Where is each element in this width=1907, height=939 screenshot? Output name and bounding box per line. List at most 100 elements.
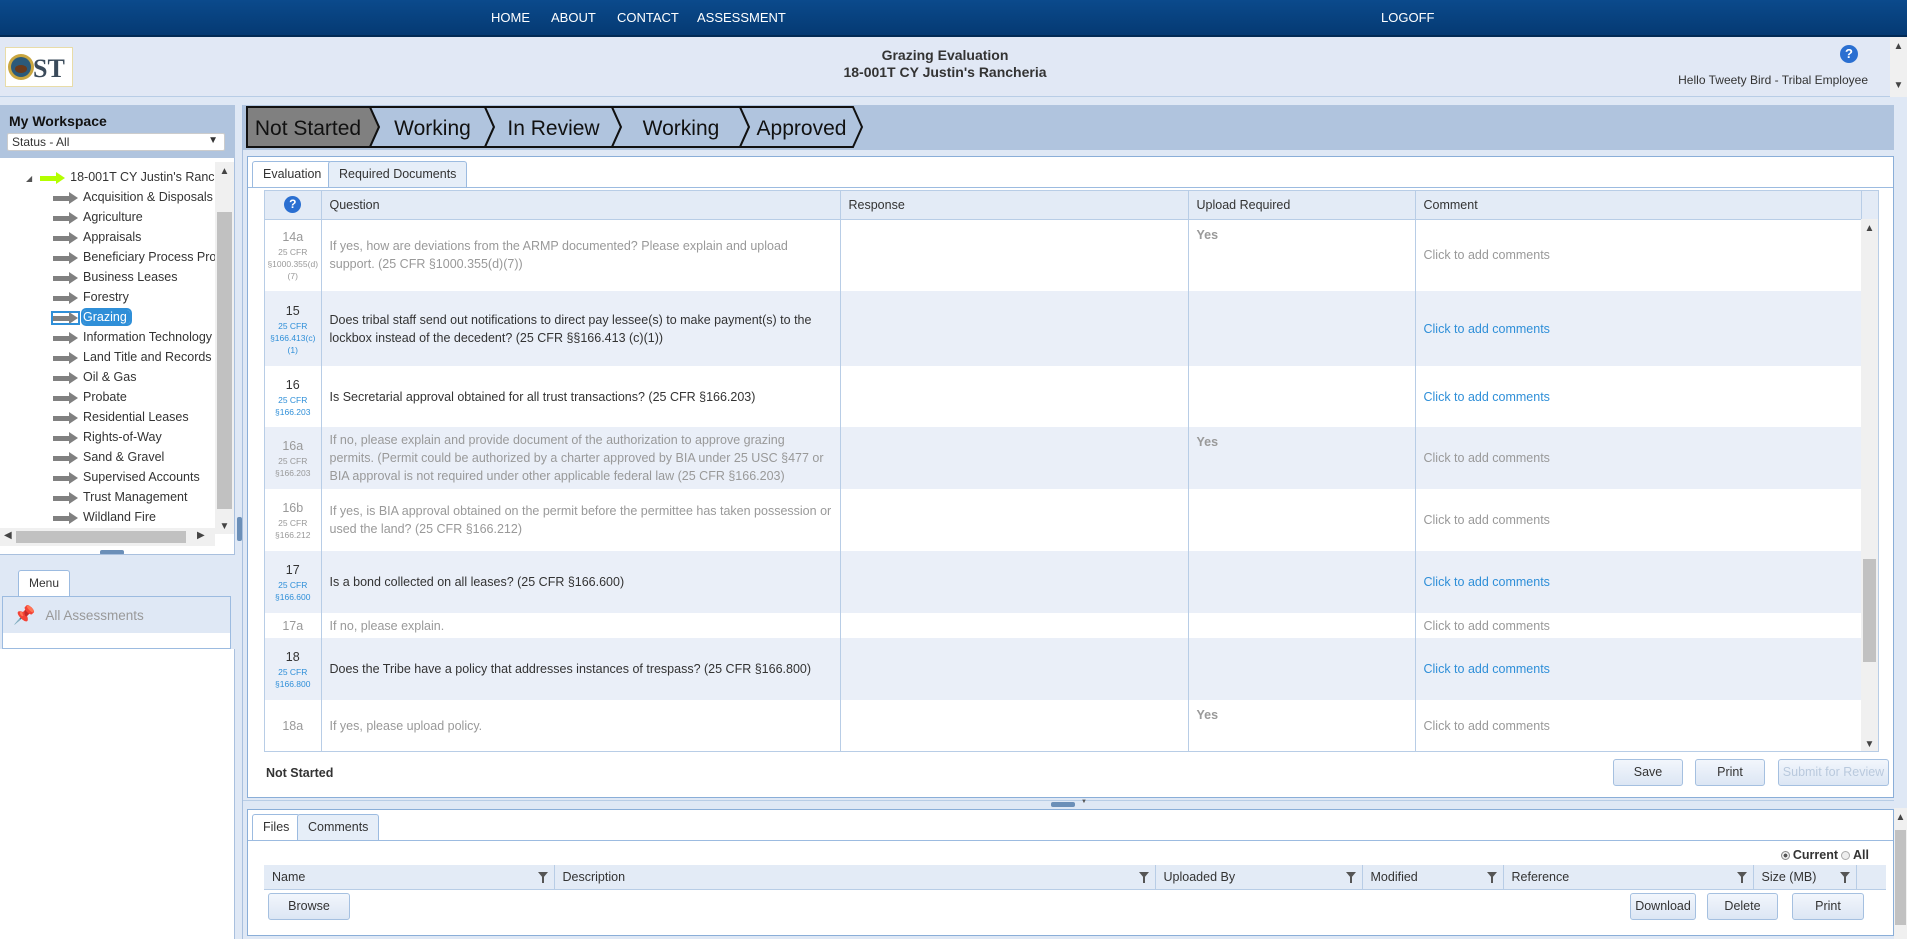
response-cell[interactable] (839, 219, 1188, 291)
add-comment-link[interactable]: Click to add comments (1424, 575, 1550, 589)
add-comment-link[interactable]: Click to add comments (1424, 451, 1550, 465)
column-size[interactable]: Size (MB) (1752, 865, 1856, 890)
delete-button[interactable]: Delete (1707, 893, 1778, 920)
page-scrollbar[interactable]: ▲ ▼ (1890, 37, 1907, 97)
column-uploaded-by[interactable]: Uploaded By (1154, 865, 1362, 890)
tree-item[interactable]: Trust Management (53, 488, 187, 506)
add-comment-link[interactable]: Click to add comments (1424, 662, 1550, 676)
filter-icon[interactable] (1138, 872, 1149, 883)
grid-vertical-scrollbar[interactable]: ▲ ▼ (1861, 219, 1878, 751)
response-cell[interactable] (839, 291, 1188, 366)
tree-vertical-scrollbar[interactable]: ▲ ▼ (215, 162, 234, 534)
column-name[interactable]: Name (264, 865, 554, 890)
comment-cell[interactable]: Click to add comments (1414, 427, 1863, 489)
tree-item[interactable]: Sand & Gravel (53, 448, 164, 466)
response-cell[interactable] (839, 489, 1188, 551)
add-comment-link[interactable]: Click to add comments (1424, 619, 1550, 633)
tree-item[interactable]: Grazing (51, 308, 132, 326)
tree-item[interactable]: Appraisals (53, 228, 141, 246)
filter-icon[interactable] (1839, 872, 1850, 883)
files-scrollbar[interactable]: ▲ (1894, 808, 1907, 939)
files-print-button[interactable]: Print (1792, 893, 1864, 920)
status-filter-select[interactable]: Status - All ▼ (7, 133, 225, 151)
add-comment-link[interactable]: Click to add comments (1424, 513, 1550, 527)
tree-item[interactable]: Supervised Accounts (53, 468, 200, 486)
tree-item[interactable]: Residential Leases (53, 408, 189, 426)
cfr-citation[interactable]: 25 CFR §166.800 (267, 666, 319, 690)
tree-item[interactable]: Business Leases (53, 268, 178, 286)
question-text: Is Secretarial approval obtained for all… (320, 366, 840, 427)
horizontal-splitter[interactable]: ▼ (243, 799, 1894, 808)
add-comment-link[interactable]: Click to add comments (1424, 322, 1550, 336)
browse-button[interactable]: Browse (268, 893, 350, 920)
comment-cell[interactable]: Click to add comments (1414, 366, 1863, 427)
submit-for-review-button[interactable]: Submit for Review (1778, 759, 1889, 786)
response-cell[interactable] (839, 551, 1188, 613)
nav-home[interactable]: HOME (491, 10, 530, 25)
tab-files[interactable]: Files (252, 814, 301, 841)
add-comment-link[interactable]: Click to add comments (1424, 248, 1550, 262)
filter-icon[interactable] (1345, 872, 1356, 883)
print-button[interactable]: Print (1695, 759, 1765, 786)
comment-cell[interactable]: Click to add comments (1414, 638, 1863, 700)
help-icon[interactable]: ? (284, 196, 302, 214)
nav-assessment[interactable]: ASSESSMENT (697, 10, 786, 25)
column-comment[interactable]: Comment (1414, 191, 1863, 220)
tree-item[interactable]: Beneficiary Process Program (53, 248, 215, 266)
tab-required-documents[interactable]: Required Documents (328, 161, 468, 187)
comment-cell[interactable]: Click to add comments (1414, 489, 1863, 551)
filter-icon[interactable] (1736, 872, 1747, 883)
comment-cell[interactable]: Click to add comments (1414, 613, 1863, 638)
tree-item[interactable]: Wildland Fire (53, 508, 156, 526)
comment-cell[interactable]: Click to add comments (1414, 551, 1863, 613)
cfr-citation[interactable]: 25 CFR §166.413(c)(1) (267, 320, 319, 356)
tree-item[interactable]: Oil & Gas (53, 368, 137, 386)
column-response[interactable]: Response (839, 191, 1188, 220)
response-cell[interactable] (839, 638, 1188, 700)
comment-cell[interactable]: Click to add comments (1414, 700, 1863, 751)
tree-item[interactable]: Acquisition & Disposals (53, 188, 213, 206)
radio-all[interactable] (1841, 850, 1851, 860)
response-cell[interactable] (839, 366, 1188, 427)
tab-evaluation[interactable]: Evaluation (252, 161, 333, 188)
response-cell[interactable] (839, 613, 1188, 638)
add-comment-link[interactable]: Click to add comments (1424, 719, 1550, 733)
radio-current-label[interactable]: Current (1793, 848, 1838, 862)
tab-comments[interactable]: Comments (297, 814, 380, 840)
tab-menu[interactable]: Menu (18, 570, 71, 597)
filter-icon[interactable] (537, 872, 548, 883)
tree-horizontal-scrollbar[interactable]: ◀ ▶ (0, 528, 215, 546)
download-button[interactable]: Download (1630, 893, 1696, 920)
tree-item[interactable]: Forestry (53, 288, 129, 306)
tree-root[interactable]: ◢ 18-001T CY Justin's Rancheria (26, 168, 215, 186)
filter-icon[interactable] (1486, 872, 1497, 883)
response-cell[interactable] (839, 427, 1188, 489)
tree-item[interactable]: Land Title and Records Office (53, 348, 215, 366)
column-modified[interactable]: Modified (1361, 865, 1503, 890)
save-button[interactable]: Save (1613, 759, 1683, 786)
column-reference[interactable]: Reference (1502, 865, 1753, 890)
cfr-citation[interactable]: 25 CFR §166.203 (267, 394, 319, 418)
comment-cell[interactable]: Click to add comments (1414, 291, 1863, 366)
tree-item-label: Acquisition & Disposals (83, 190, 213, 204)
radio-all-label[interactable]: All (1853, 848, 1869, 862)
add-comment-link[interactable]: Click to add comments (1424, 390, 1550, 404)
menu-item-all-assessments[interactable]: 📌 All Assessments (3, 597, 230, 633)
tree-item[interactable]: Agriculture (53, 208, 143, 226)
cfr-citation[interactable]: 25 CFR §166.600 (267, 579, 319, 603)
collapse-icon[interactable]: ◢ (26, 174, 32, 183)
column-question[interactable]: Question (320, 191, 840, 220)
column-upload-required[interactable]: Upload Required (1187, 191, 1415, 220)
radio-current[interactable] (1780, 850, 1790, 860)
tree-item[interactable]: Rights-of-Way (53, 428, 162, 446)
nav-logoff[interactable]: LOGOFF (1381, 10, 1434, 25)
tree-item[interactable]: Information Technology (53, 328, 212, 346)
tree-item[interactable]: Probate (53, 388, 127, 406)
help-icon[interactable]: ? (1840, 45, 1858, 63)
column-description[interactable]: Description (553, 865, 1155, 890)
nav-contact[interactable]: CONTACT (617, 10, 679, 25)
vertical-splitter[interactable] (236, 105, 243, 939)
response-cell[interactable] (839, 700, 1188, 751)
comment-cell[interactable]: Click to add comments (1414, 219, 1863, 291)
nav-about[interactable]: ABOUT (551, 10, 596, 25)
